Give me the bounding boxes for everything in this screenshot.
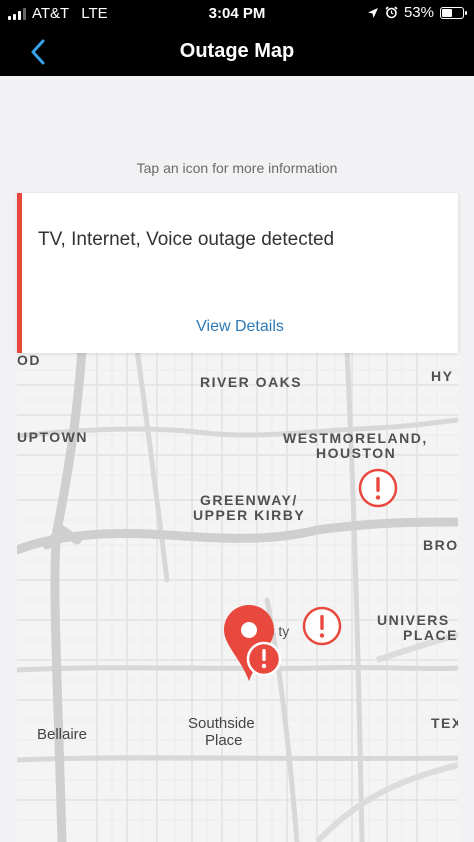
map-label-westmoreland: WESTMORELAND, xyxy=(283,430,428,446)
outage-alert-icon[interactable] xyxy=(302,606,342,646)
map-label-southside-place: Place xyxy=(205,732,243,749)
nav-bar: Outage Map xyxy=(0,28,474,76)
map-label-bro: BRO xyxy=(423,537,458,553)
battery-icon xyxy=(440,6,467,19)
map-label-tex: TEX xyxy=(431,715,458,731)
map-label-univers: UNIVERS xyxy=(377,612,450,628)
map-label-bellaire: Bellaire xyxy=(37,726,88,743)
location-pin-icon[interactable] xyxy=(221,603,283,683)
page-title: Outage Map xyxy=(179,40,295,62)
view-details-link[interactable]: View Details xyxy=(22,318,458,336)
map-label-river-oaks: RIVER OAKS xyxy=(200,374,303,390)
outage-title: TV, Internet, Voice outage detected xyxy=(38,229,335,250)
map-label-place: PLACE xyxy=(403,627,458,643)
map-hint: Tap an icon for more information xyxy=(136,160,338,176)
alarm-clock-icon xyxy=(385,6,398,19)
outage-alert-card: TV, Internet, Voice outage detected View… xyxy=(17,193,458,353)
map-label-upper-kirby: UPPER KIRBY xyxy=(193,507,306,523)
outage-alert-icon[interactable] xyxy=(358,468,398,508)
map-label-houston: HOUSTON xyxy=(316,445,397,461)
location-arrow-icon xyxy=(367,7,378,18)
map-label-greenway: GREENWAY/ xyxy=(200,492,298,508)
status-right: 53% xyxy=(367,4,467,21)
battery-percent: 53% xyxy=(403,4,434,21)
status-bar: AT&T LTE 3:04 PM 53% xyxy=(0,0,474,28)
map-label-od: OD xyxy=(17,352,41,368)
map-label-hy: HY xyxy=(431,368,454,384)
map-label-southside: Southside xyxy=(188,715,255,732)
map-label-uptown: UPTOWN xyxy=(17,429,88,445)
